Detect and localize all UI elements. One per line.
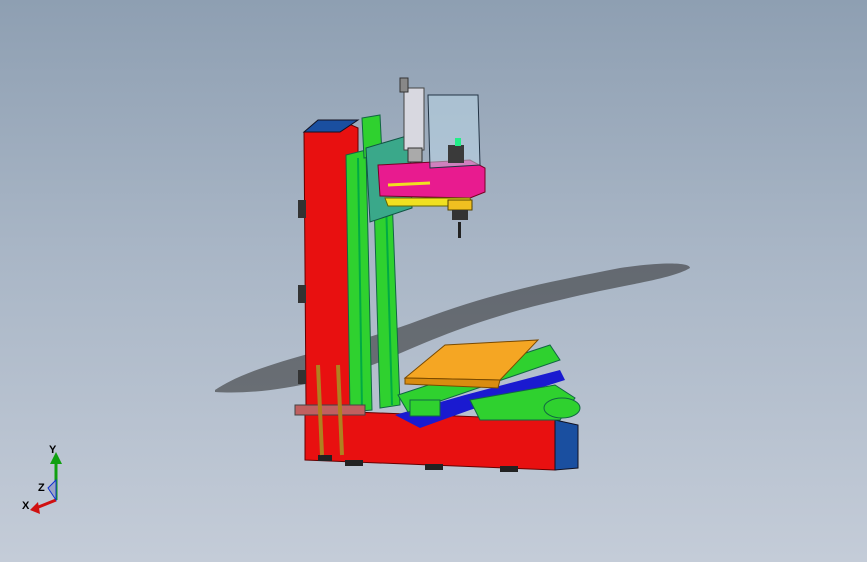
cnc-machine-model[interactable] bbox=[0, 0, 867, 562]
cutting-tool bbox=[447, 199, 473, 238]
spindle-motor[interactable] bbox=[399, 77, 481, 169]
triad-y-label: Y bbox=[49, 444, 57, 456]
coordinate-triad[interactable]: Y Z X bbox=[18, 440, 88, 520]
cad-viewport[interactable]: Y Z X bbox=[0, 0, 867, 562]
triad-z-label: Z bbox=[38, 482, 45, 494]
triad-x-label: X bbox=[22, 500, 30, 512]
